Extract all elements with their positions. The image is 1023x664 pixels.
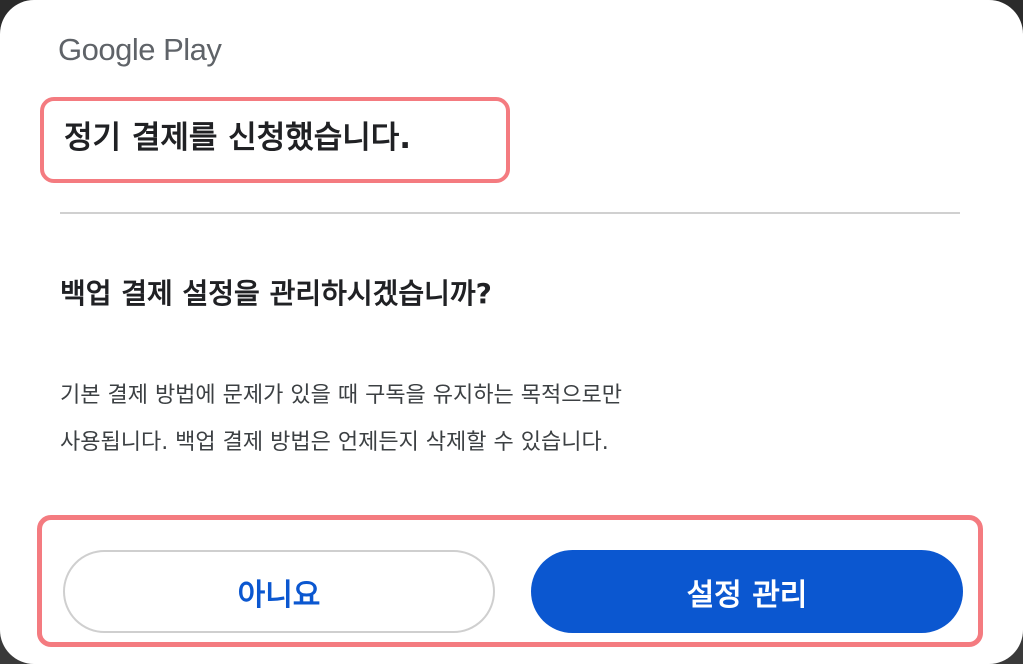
divider [60,212,960,214]
manage-settings-button[interactable]: 설정 관리 [531,550,963,633]
title-highlight: 정기 결제를 신청했습니다. [40,97,510,183]
description-text: 기본 결제 방법에 문제가 있을 때 구독을 유지하는 목적으로만 사용됩니다.… [60,372,920,466]
google-play-logo-text: Google Play [58,32,222,67]
description-line-2: 사용됩니다. 백업 결제 방법은 언제든지 삭제할 수 있습니다. [60,430,609,455]
no-button[interactable]: 아니요 [63,550,495,633]
subscription-dialog: Google Play 정기 결제를 신청했습니다. 백업 결제 설정을 관리하… [0,0,1023,664]
backup-payment-question: 백업 결제 설정을 관리하시겠습니까? [60,277,492,310]
dialog-title: 정기 결제를 신청했습니다. [64,120,412,156]
actions-highlight: 아니요 설정 관리 [37,515,983,647]
description-line-1: 기본 결제 방법에 문제가 있을 때 구독을 유지하는 목적으로만 [60,383,622,408]
